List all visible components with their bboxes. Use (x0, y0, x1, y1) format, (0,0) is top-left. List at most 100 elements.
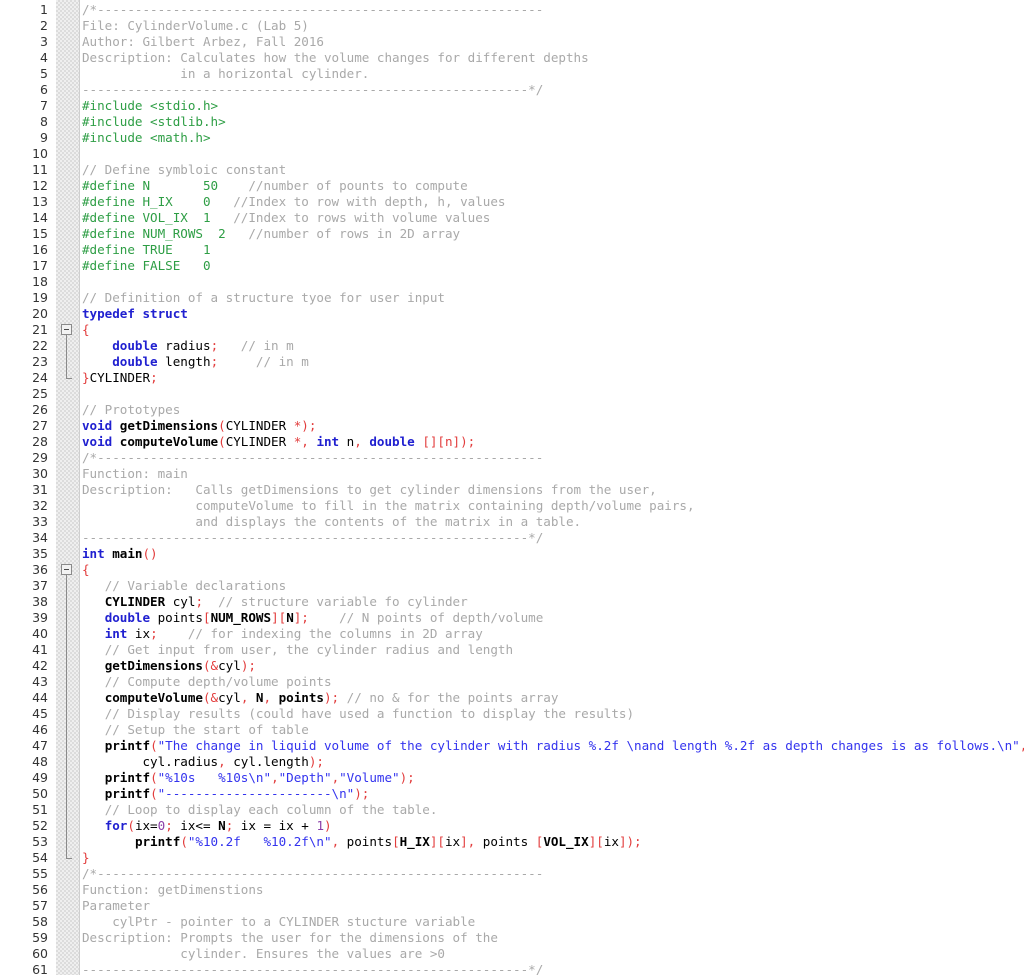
code-token-cmt: cylPtr - pointer to a CYLINDER stucture … (82, 914, 475, 929)
code-token-cmt: // for indexing the columns in 2D array (158, 626, 483, 641)
code-line[interactable]: #define H_IX 0 //Index to row with depth… (80, 194, 1024, 210)
code-line[interactable]: File: CylinderVolume.c (Lab 5) (80, 18, 1024, 34)
code-token-plain (82, 578, 105, 593)
line-number: 1 (0, 2, 56, 18)
code-line[interactable]: getDimensions(&cyl); (80, 658, 1024, 674)
code-line[interactable]: void getDimensions(CYLINDER *); (80, 418, 1024, 434)
code-line[interactable]: for(ix=0; ix<= N; ix = ix + 1) (80, 818, 1024, 834)
code-token-kw: int (105, 626, 128, 641)
code-line[interactable]: #define NUM_ROWS 2 //number of rows in 2… (80, 226, 1024, 242)
code-line[interactable]: #define FALSE 0 (80, 258, 1024, 274)
code-line[interactable]: { (80, 562, 1024, 578)
code-token-pun: (& (203, 658, 218, 673)
code-token-pun: ; (211, 354, 219, 369)
code-line[interactable]: int ix; // for indexing the columns in 2… (80, 626, 1024, 642)
line-number: 44 (0, 690, 56, 706)
code-line[interactable]: typedef struct (80, 306, 1024, 322)
code-line[interactable]: #include <stdio.h> (80, 98, 1024, 114)
code-line[interactable]: // Loop to display each column of the ta… (80, 802, 1024, 818)
code-folding-strip[interactable] (56, 0, 80, 975)
code-line[interactable]: and displays the contents of the matrix … (80, 514, 1024, 530)
code-line[interactable]: printf("%10.2f %10.2f\n", points[H_IX][i… (80, 834, 1024, 850)
code-token-cmt: // N points of depth/volume (309, 610, 543, 625)
line-number: 45 (0, 706, 56, 722)
code-line[interactable]: { (80, 322, 1024, 338)
code-line[interactable]: // Variable declarations (80, 578, 1024, 594)
code-line[interactable]: cyl.radius, cyl.length); (80, 754, 1024, 770)
code-line[interactable]: ----------------------------------------… (80, 530, 1024, 546)
code-line[interactable]: in a horizontal cylinder. (80, 66, 1024, 82)
minus-box-icon[interactable] (61, 324, 72, 335)
line-number-gutter[interactable]: 1234567891011121314151617181920212223242… (0, 0, 56, 975)
code-token-fn: printf (105, 770, 150, 785)
code-line[interactable]: printf("The change in liquid volume of t… (80, 738, 1024, 754)
code-line[interactable]: // Compute depth/volume points (80, 674, 1024, 690)
code-line[interactable]: double points[NUM_ROWS][N]; // N points … (80, 610, 1024, 626)
code-line[interactable]: ----------------------------------------… (80, 82, 1024, 98)
line-number: 40 (0, 626, 56, 642)
code-token-plain (82, 642, 105, 657)
code-line[interactable]: cylPtr - pointer to a CYLINDER stucture … (80, 914, 1024, 930)
code-line[interactable]: // Display results (could have used a fu… (80, 706, 1024, 722)
code-token-kw: double (112, 354, 157, 369)
code-line[interactable]: } (80, 850, 1024, 866)
code-editor[interactable]: 1234567891011121314151617181920212223242… (0, 0, 1024, 975)
code-token-plain: radius (158, 338, 211, 353)
code-line[interactable]: // Prototypes (80, 402, 1024, 418)
code-token-cmt: // Get input from user, the cylinder rad… (105, 642, 513, 657)
code-token-pre: #define H_IX 0 (82, 194, 211, 209)
code-token-plain (82, 690, 105, 705)
code-text-area[interactable]: /*--------------------------------------… (80, 0, 1024, 975)
code-token-fn: printf (135, 834, 180, 849)
code-token-pun: , (354, 434, 362, 449)
code-line[interactable]: /*--------------------------------------… (80, 866, 1024, 882)
code-token-pre: #define N 50 (82, 178, 218, 193)
code-line[interactable]: Description: Calls getDimensions to get … (80, 482, 1024, 498)
code-line[interactable]: #define TRUE 1 (80, 242, 1024, 258)
code-line[interactable]: // Define symbloic constant (80, 162, 1024, 178)
code-token-pun: ( (150, 770, 158, 785)
code-line[interactable]: Parameter (80, 898, 1024, 914)
code-line[interactable]: #define VOL_IX 1 //Index to rows with vo… (80, 210, 1024, 226)
code-line[interactable]: ----------------------------------------… (80, 962, 1024, 975)
code-line[interactable]: printf("%10s %10s\n","Depth","Volume"); (80, 770, 1024, 786)
code-line[interactable]: computeVolume to fill in the matrix cont… (80, 498, 1024, 514)
code-line[interactable]: Function: getDimenstions (80, 882, 1024, 898)
code-line[interactable] (80, 146, 1024, 162)
code-token-pun: ; (165, 818, 173, 833)
code-line[interactable]: CYLINDER cyl; // structure variable fo c… (80, 594, 1024, 610)
code-line[interactable]: // Get input from user, the cylinder rad… (80, 642, 1024, 658)
code-token-pun: (& (203, 690, 218, 705)
minus-box-icon[interactable] (61, 564, 72, 575)
code-token-pun: , (264, 690, 272, 705)
code-line[interactable]: cylinder. Ensures the values are >0 (80, 946, 1024, 962)
code-line[interactable]: double length; // in m (80, 354, 1024, 370)
code-token-cmt: //Index to row with depth, h, values (211, 194, 506, 209)
code-line[interactable]: void computeVolume(CYLINDER *, int n, do… (80, 434, 1024, 450)
code-line[interactable]: int main() (80, 546, 1024, 562)
code-line[interactable]: /*--------------------------------------… (80, 2, 1024, 18)
code-line[interactable] (80, 274, 1024, 290)
code-line[interactable]: Function: main (80, 466, 1024, 482)
code-line[interactable] (80, 386, 1024, 402)
code-line[interactable]: #define N 50 //number of pounts to compu… (80, 178, 1024, 194)
code-token-plain (82, 338, 112, 353)
code-line[interactable]: computeVolume(&cyl, N, points); // no & … (80, 690, 1024, 706)
code-line[interactable]: double radius; // in m (80, 338, 1024, 354)
code-line[interactable]: }CYLINDER; (80, 370, 1024, 386)
code-line[interactable]: Author: Gilbert Arbez, Fall 2016 (80, 34, 1024, 50)
code-line[interactable]: Description: Prompts the user for the di… (80, 930, 1024, 946)
code-line[interactable]: /*--------------------------------------… (80, 450, 1024, 466)
line-number: 32 (0, 498, 56, 514)
code-line[interactable]: Description: Calculates how the volume c… (80, 50, 1024, 66)
code-token-pun: ]; (294, 610, 309, 625)
code-line[interactable]: #include <math.h> (80, 130, 1024, 146)
code-line[interactable]: // Definition of a structure tyoe for us… (80, 290, 1024, 306)
code-token-pun: , (332, 770, 340, 785)
code-token-cmt: // no & for the points array (339, 690, 558, 705)
code-line[interactable]: #include <stdlib.h> (80, 114, 1024, 130)
code-token-plain (82, 706, 105, 721)
code-token-pun: , (332, 834, 340, 849)
code-line[interactable]: printf("----------------------\n"); (80, 786, 1024, 802)
code-line[interactable]: // Setup the start of table (80, 722, 1024, 738)
